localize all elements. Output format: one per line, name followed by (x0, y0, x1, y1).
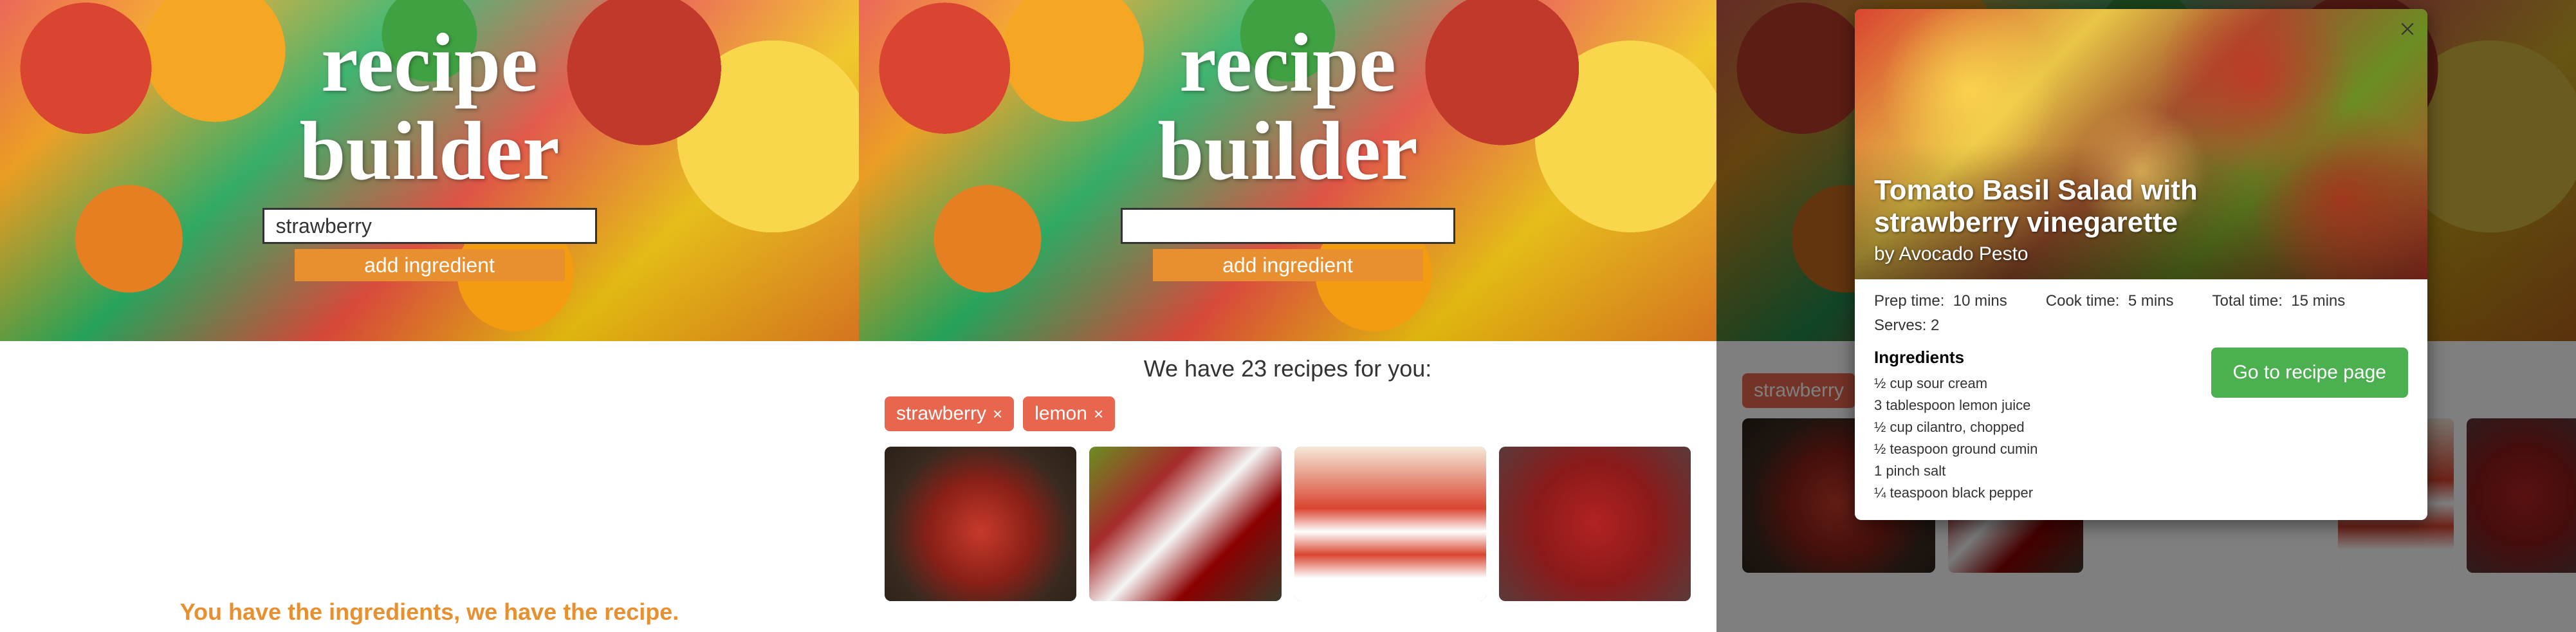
close-icon[interactable] (2397, 18, 2418, 40)
recipe-detail-modal: Tomato Basil Salad with strawberry vineg… (1855, 9, 2427, 520)
tag-label: strawberry (896, 403, 986, 425)
tagline-text: You have the ingredients, we have the re… (0, 599, 859, 626)
recipe-title: Tomato Basil Salad with strawberry vineg… (1874, 174, 2198, 239)
ingredient-item: ½ cup sour cream (1874, 373, 2192, 395)
ingredient-item: ½ teaspoon ground cumin (1874, 438, 2192, 460)
ingredient-item: ¼ teaspoon black pepper (1874, 482, 2192, 504)
app-title: recipe builder (1157, 19, 1418, 195)
total-time: Total time: 15 mins (2213, 292, 2346, 310)
recipe-card[interactable] (1089, 447, 1281, 601)
recipe-card[interactable] (885, 447, 1076, 601)
ingredient-input[interactable] (262, 208, 597, 244)
title-line-2: builder (1157, 107, 1418, 196)
ingredient-item: 3 tablespoon lemon juice (1874, 395, 2192, 416)
cook-time: Cook time: 5 mins (2046, 292, 2174, 310)
ingredient-tag-lemon[interactable]: lemon × (1023, 396, 1115, 431)
hero-section: recipe builder add ingredient (0, 0, 859, 341)
panel-detail-modal: recipe builder add ingredient strawberry (1716, 0, 2576, 632)
recipe-meta: Prep time: 10 mins Cook time: 5 mins Tot… (1855, 279, 2427, 341)
ingredient-tag-strawberry[interactable]: strawberry × (885, 396, 1014, 431)
ingredients-heading: Ingredients (1874, 348, 2192, 367)
remove-tag-icon[interactable]: × (1094, 404, 1103, 424)
recipe-title-line1: Tomato Basil Salad with (1874, 174, 2198, 207)
hero-section: recipe builder add ingredient (859, 0, 1716, 341)
prep-time: Prep time: 10 mins (1874, 292, 2007, 310)
add-ingredient-button[interactable]: add ingredient (1153, 249, 1423, 281)
tag-label: lemon (1035, 403, 1087, 425)
recipe-card[interactable] (1499, 447, 1691, 601)
title-line-2: builder (299, 107, 560, 196)
recipe-card-row (859, 431, 1716, 601)
ingredient-input[interactable] (1121, 208, 1455, 244)
go-to-recipe-button[interactable]: Go to recipe page (2211, 348, 2409, 398)
recipe-title-line2: strawberry vinegarette (1874, 207, 2198, 239)
title-line-1: recipe (1157, 19, 1418, 107)
results-count-text: We have 23 recipes for you: (859, 355, 1716, 382)
app-title: recipe builder (299, 19, 560, 195)
ingredient-item: ½ cup cilantro, chopped (1874, 416, 2192, 438)
panel-initial: recipe builder add ingredient You have t… (0, 0, 859, 632)
panel-results: recipe builder add ingredient We have 23… (859, 0, 1716, 632)
add-ingredient-button[interactable]: add ingredient (295, 249, 565, 281)
ingredients-list: ½ cup sour cream 3 tablespoon lemon juic… (1874, 373, 2192, 505)
ingredient-item: 1 pinch salt (1874, 460, 2192, 482)
title-line-1: recipe (299, 19, 560, 107)
serves: Serves: 2 (1874, 317, 2408, 335)
modal-hero-image: Tomato Basil Salad with strawberry vineg… (1855, 9, 2427, 279)
ingredient-tag-row: strawberry × lemon × (859, 396, 1716, 431)
remove-tag-icon[interactable]: × (993, 404, 1002, 424)
recipe-card[interactable] (1294, 447, 1486, 601)
recipe-author: by Avocado Pesto (1874, 243, 2198, 265)
